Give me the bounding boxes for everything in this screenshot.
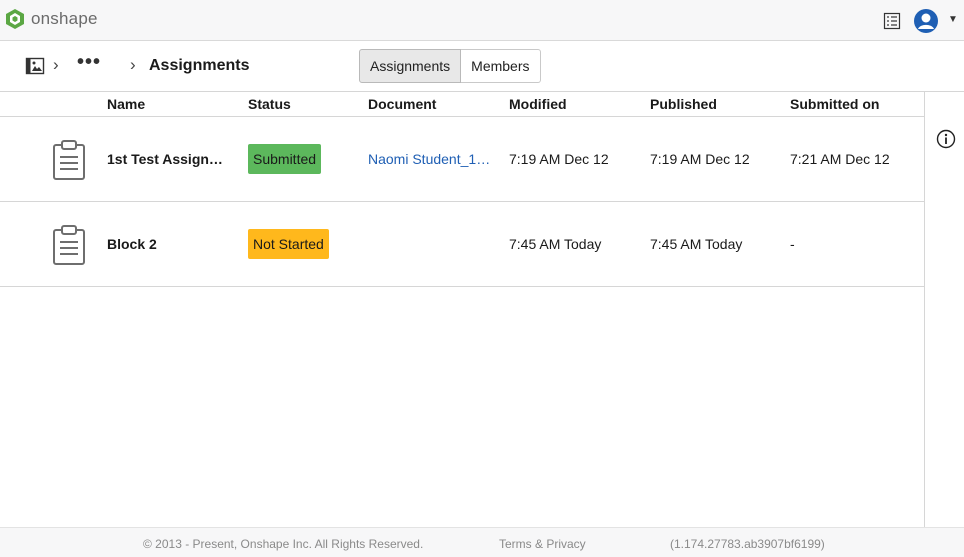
published-date: 7:45 AM Today xyxy=(650,236,743,252)
column-header-submitted-on[interactable]: Submitted on xyxy=(790,96,879,112)
panel-divider xyxy=(924,92,925,527)
assignment-name[interactable]: 1st Test Assignment xyxy=(107,151,233,167)
classroom-folder-icon[interactable] xyxy=(25,57,45,75)
brand-name: onshape xyxy=(31,9,98,28)
assignment-name[interactable]: Block 2 xyxy=(107,236,233,252)
column-header-status[interactable]: Status xyxy=(248,96,291,112)
submitted-on-date: 7:21 AM Dec 12 xyxy=(790,151,890,167)
version-text: (1.174.27783.ab3907bf6199) xyxy=(670,537,825,551)
top-bar: onshape ▼ xyxy=(0,0,964,41)
page-title: Assignments xyxy=(149,57,250,74)
onshape-logo[interactable]: onshape xyxy=(5,8,98,30)
clipboard-icon xyxy=(53,225,85,265)
published-date: 7:19 AM Dec 12 xyxy=(650,151,750,167)
column-header-modified[interactable]: Modified xyxy=(509,96,567,112)
clipboard-icon xyxy=(53,140,85,180)
document-link[interactable]: Naomi Student_1st Test Assignment xyxy=(368,151,492,167)
chevron-right-icon: › xyxy=(130,55,136,74)
onshape-logo-icon xyxy=(6,9,24,29)
table-row[interactable]: Block 2 Not Started 7:45 AM Today 7:45 A… xyxy=(0,202,924,287)
modified-date: 7:45 AM Today xyxy=(509,236,602,252)
column-header-document[interactable]: Document xyxy=(368,96,436,112)
assignments-table: Name Status Document Modified Published … xyxy=(0,92,924,287)
user-avatar-icon[interactable] xyxy=(913,8,939,34)
view-tabs: Assignments Members xyxy=(359,49,541,83)
table-header: Name Status Document Modified Published … xyxy=(0,92,924,117)
column-header-name[interactable]: Name xyxy=(107,96,145,112)
table-row[interactable]: 1st Test Assignment Submitted Naomi Stud… xyxy=(0,117,924,202)
modified-date: 7:19 AM Dec 12 xyxy=(509,151,609,167)
chevron-down-icon[interactable]: ▼ xyxy=(948,14,958,25)
tab-assignments[interactable]: Assignments xyxy=(359,49,462,83)
status-badge: Not Started xyxy=(248,229,329,259)
breadcrumb: › ••• › Assignments Assignments Members xyxy=(0,41,964,92)
tab-members[interactable]: Members xyxy=(461,49,541,83)
submitted-on-date: - xyxy=(790,236,795,252)
tasks-icon[interactable] xyxy=(883,12,901,30)
copyright-text: © 2013 - Present, Onshape Inc. All Right… xyxy=(143,537,424,551)
info-icon[interactable] xyxy=(936,129,956,149)
column-header-published[interactable]: Published xyxy=(650,96,717,112)
terms-privacy-link[interactable]: Terms & Privacy xyxy=(499,537,586,551)
footer: © 2013 - Present, Onshape Inc. All Right… xyxy=(0,527,964,557)
chevron-right-icon: › xyxy=(53,55,59,74)
status-badge: Submitted xyxy=(248,144,322,174)
breadcrumb-more-button[interactable]: ••• xyxy=(77,51,101,74)
